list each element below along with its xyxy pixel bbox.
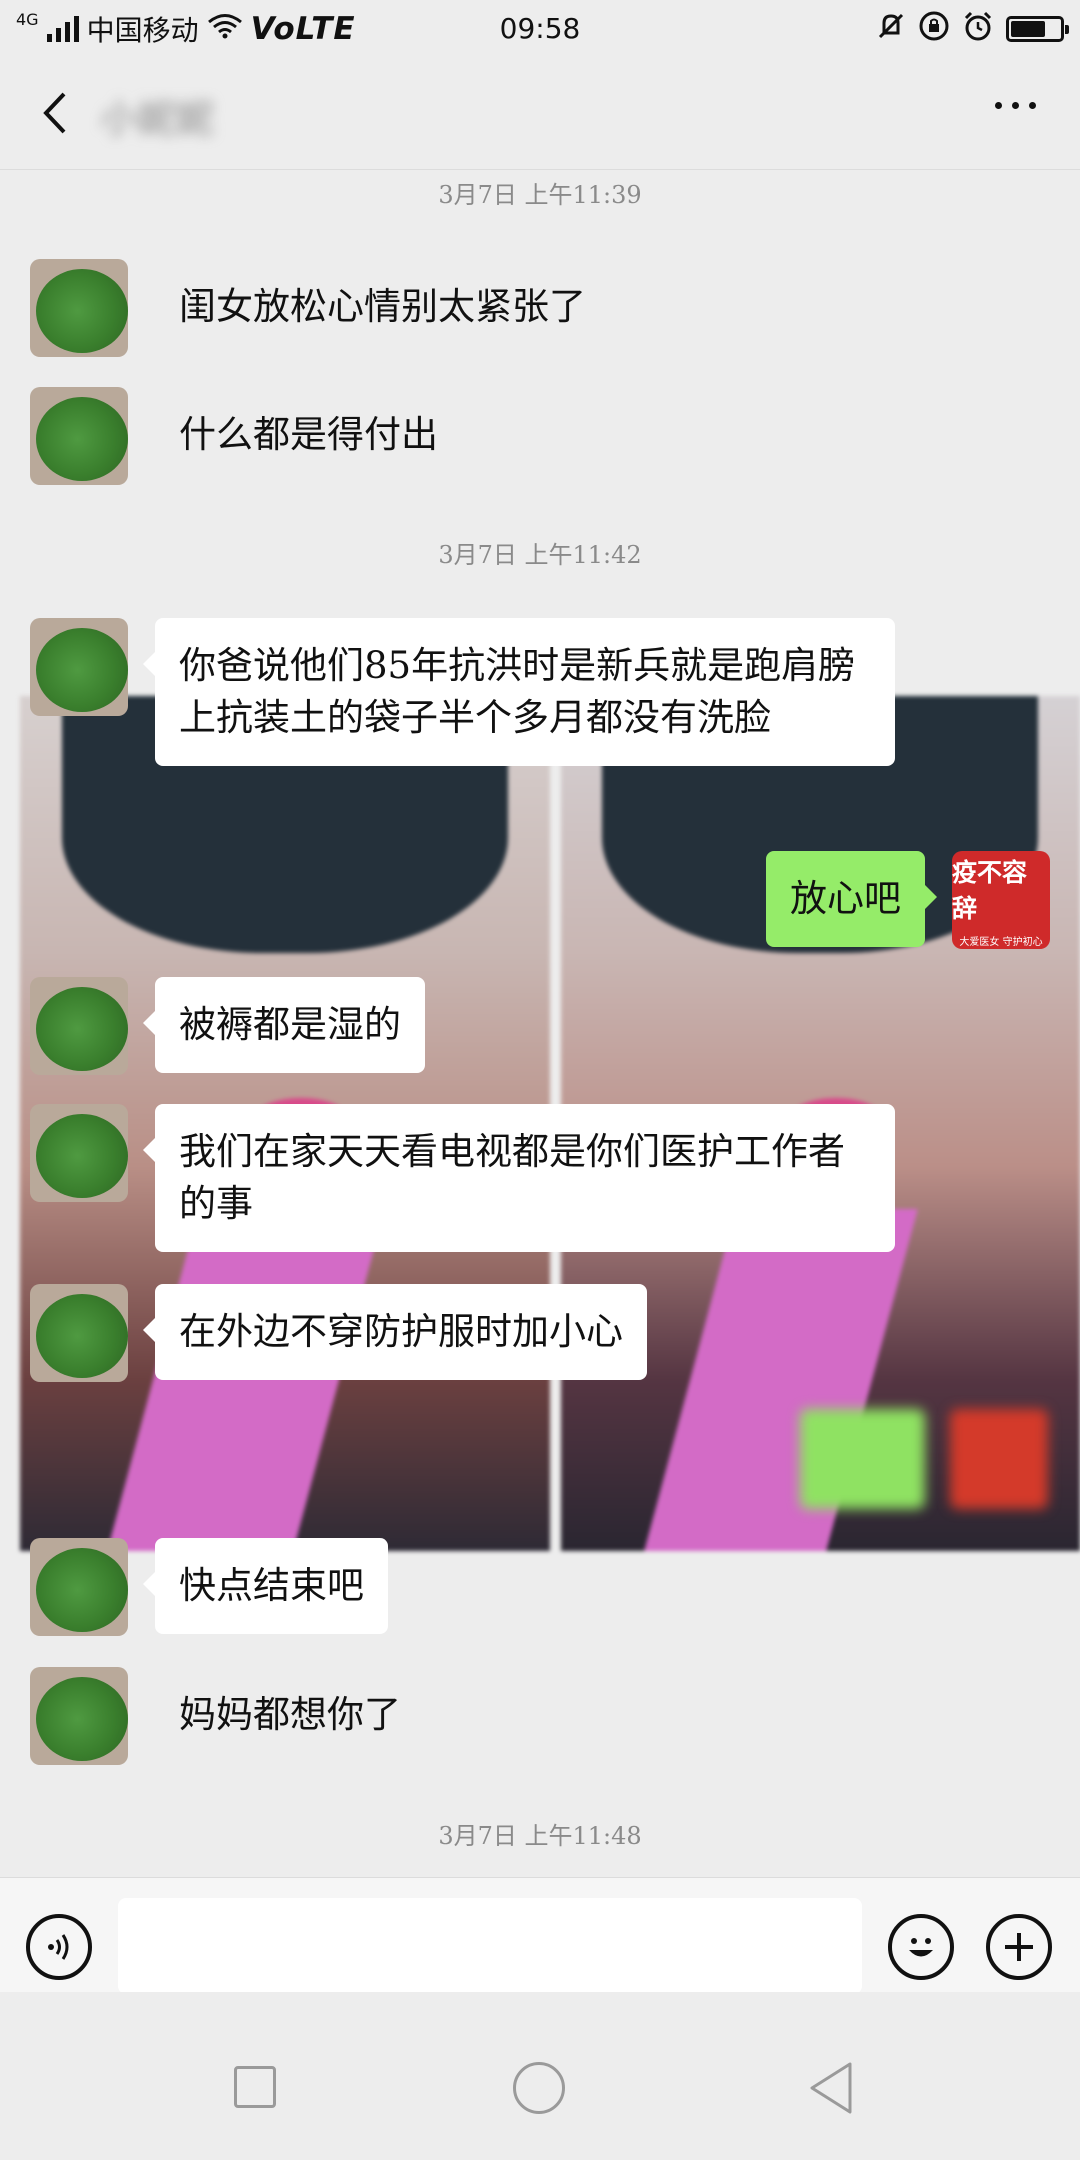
- avatar[interactable]: [30, 1667, 128, 1765]
- message-row-self: 放心吧 疫不容辞 大爱医女 守护初心: [766, 851, 1050, 949]
- voice-button[interactable]: [26, 1914, 92, 1980]
- message-bubble[interactable]: 你爸说他们85年抗洪时是新兵就是跑肩膀上抗装土的袋子半个多月都没有洗脸: [143, 618, 895, 766]
- network-type: 4G: [16, 9, 39, 29]
- status-right: [876, 10, 1069, 49]
- timestamp: 3月7日 上午11:48: [438, 1822, 642, 1850]
- avatar[interactable]: [30, 259, 128, 357]
- back-button[interactable]: [30, 88, 80, 138]
- message-bubble-self[interactable]: 放心吧: [766, 851, 937, 947]
- mute-icon: [876, 11, 906, 48]
- blurred-avatar: [950, 1409, 1048, 1509]
- more-button[interactable]: [995, 102, 1036, 109]
- message-bubble[interactable]: 妈妈都想你了: [155, 1667, 425, 1763]
- message-bubble[interactable]: 在外边不穿防护服时加小心: [143, 1284, 647, 1380]
- message-row: 妈妈都想你了: [30, 1667, 425, 1765]
- message-row: 什么都是得付出: [30, 387, 462, 485]
- message-bubble[interactable]: 被褥都是湿的: [143, 977, 425, 1073]
- message-bubble[interactable]: 什么都是得付出: [155, 387, 462, 483]
- timestamp: 3月7日 上午11:39: [438, 181, 642, 209]
- avatar[interactable]: [30, 387, 128, 485]
- home-button[interactable]: [513, 2062, 565, 2114]
- message-row: 我们在家天天看电视都是你们医护工作者的事: [30, 1104, 895, 1252]
- carrier-name: 中国移动: [86, 14, 199, 47]
- plus-button[interactable]: [986, 1914, 1052, 1980]
- contact-name: 小妮妮: [100, 97, 215, 141]
- alarm-icon: [962, 10, 994, 49]
- status-bar: 4G 中国移动 VoLTE 09:58: [0, 0, 1080, 58]
- plus-icon: [1005, 1933, 1033, 1961]
- avatar[interactable]: [30, 1538, 128, 1636]
- avatar[interactable]: [30, 1284, 128, 1382]
- voice-icon: [48, 1934, 69, 1960]
- timestamp: 3月7日 上午11:42: [438, 541, 642, 569]
- chat-area[interactable]: 3月7日 上午11:39 闺女放松心情别太紧张了 什么都是得付出 3月7日 上午…: [0, 171, 1080, 1877]
- message-row: 被褥都是湿的: [30, 977, 425, 1075]
- message-row: 在外边不穿防护服时加小心: [30, 1284, 647, 1382]
- avatar[interactable]: [30, 618, 128, 716]
- message-row: 你爸说他们85年抗洪时是新兵就是跑肩膀上抗装土的袋子半个多月都没有洗脸: [30, 618, 895, 766]
- input-bar: [0, 1877, 1080, 1994]
- battery-fill: [1011, 21, 1045, 37]
- message-bubble[interactable]: 我们在家天天看电视都是你们医护工作者的事: [143, 1104, 895, 1252]
- avatar[interactable]: [30, 977, 128, 1075]
- chat-header: 小妮妮: [0, 58, 1080, 170]
- signal-icon: [46, 16, 79, 42]
- message-bubble[interactable]: 快点结束吧: [143, 1538, 388, 1634]
- emoji-button[interactable]: [888, 1914, 954, 1980]
- status-left: 4G 中国移动 VoLTE: [16, 9, 356, 49]
- wifi-icon: [207, 13, 243, 46]
- self-avatar[interactable]: 疫不容辞 大爱医女 守护初心: [952, 851, 1050, 949]
- chevron-left-icon: [43, 92, 66, 134]
- volte-indicator: VoLTE: [250, 11, 356, 47]
- recent-apps-button[interactable]: [234, 2066, 276, 2108]
- avatar[interactable]: [30, 1104, 128, 1202]
- system-back-button[interactable]: [806, 2060, 856, 2116]
- system-nav-bar: [0, 1992, 1080, 2160]
- message-input[interactable]: [118, 1898, 862, 1994]
- more-dots-icon: [995, 102, 1002, 109]
- message-row: 快点结束吧: [30, 1538, 388, 1636]
- blurred-bubble: [800, 1409, 925, 1509]
- rotation-lock-icon: [918, 10, 950, 49]
- emoji-icon: [909, 1938, 933, 1957]
- message-row: 闺女放松心情别太紧张了: [30, 259, 610, 357]
- battery-icon: [1006, 16, 1069, 42]
- message-bubble[interactable]: 闺女放松心情别太紧张了: [155, 259, 610, 355]
